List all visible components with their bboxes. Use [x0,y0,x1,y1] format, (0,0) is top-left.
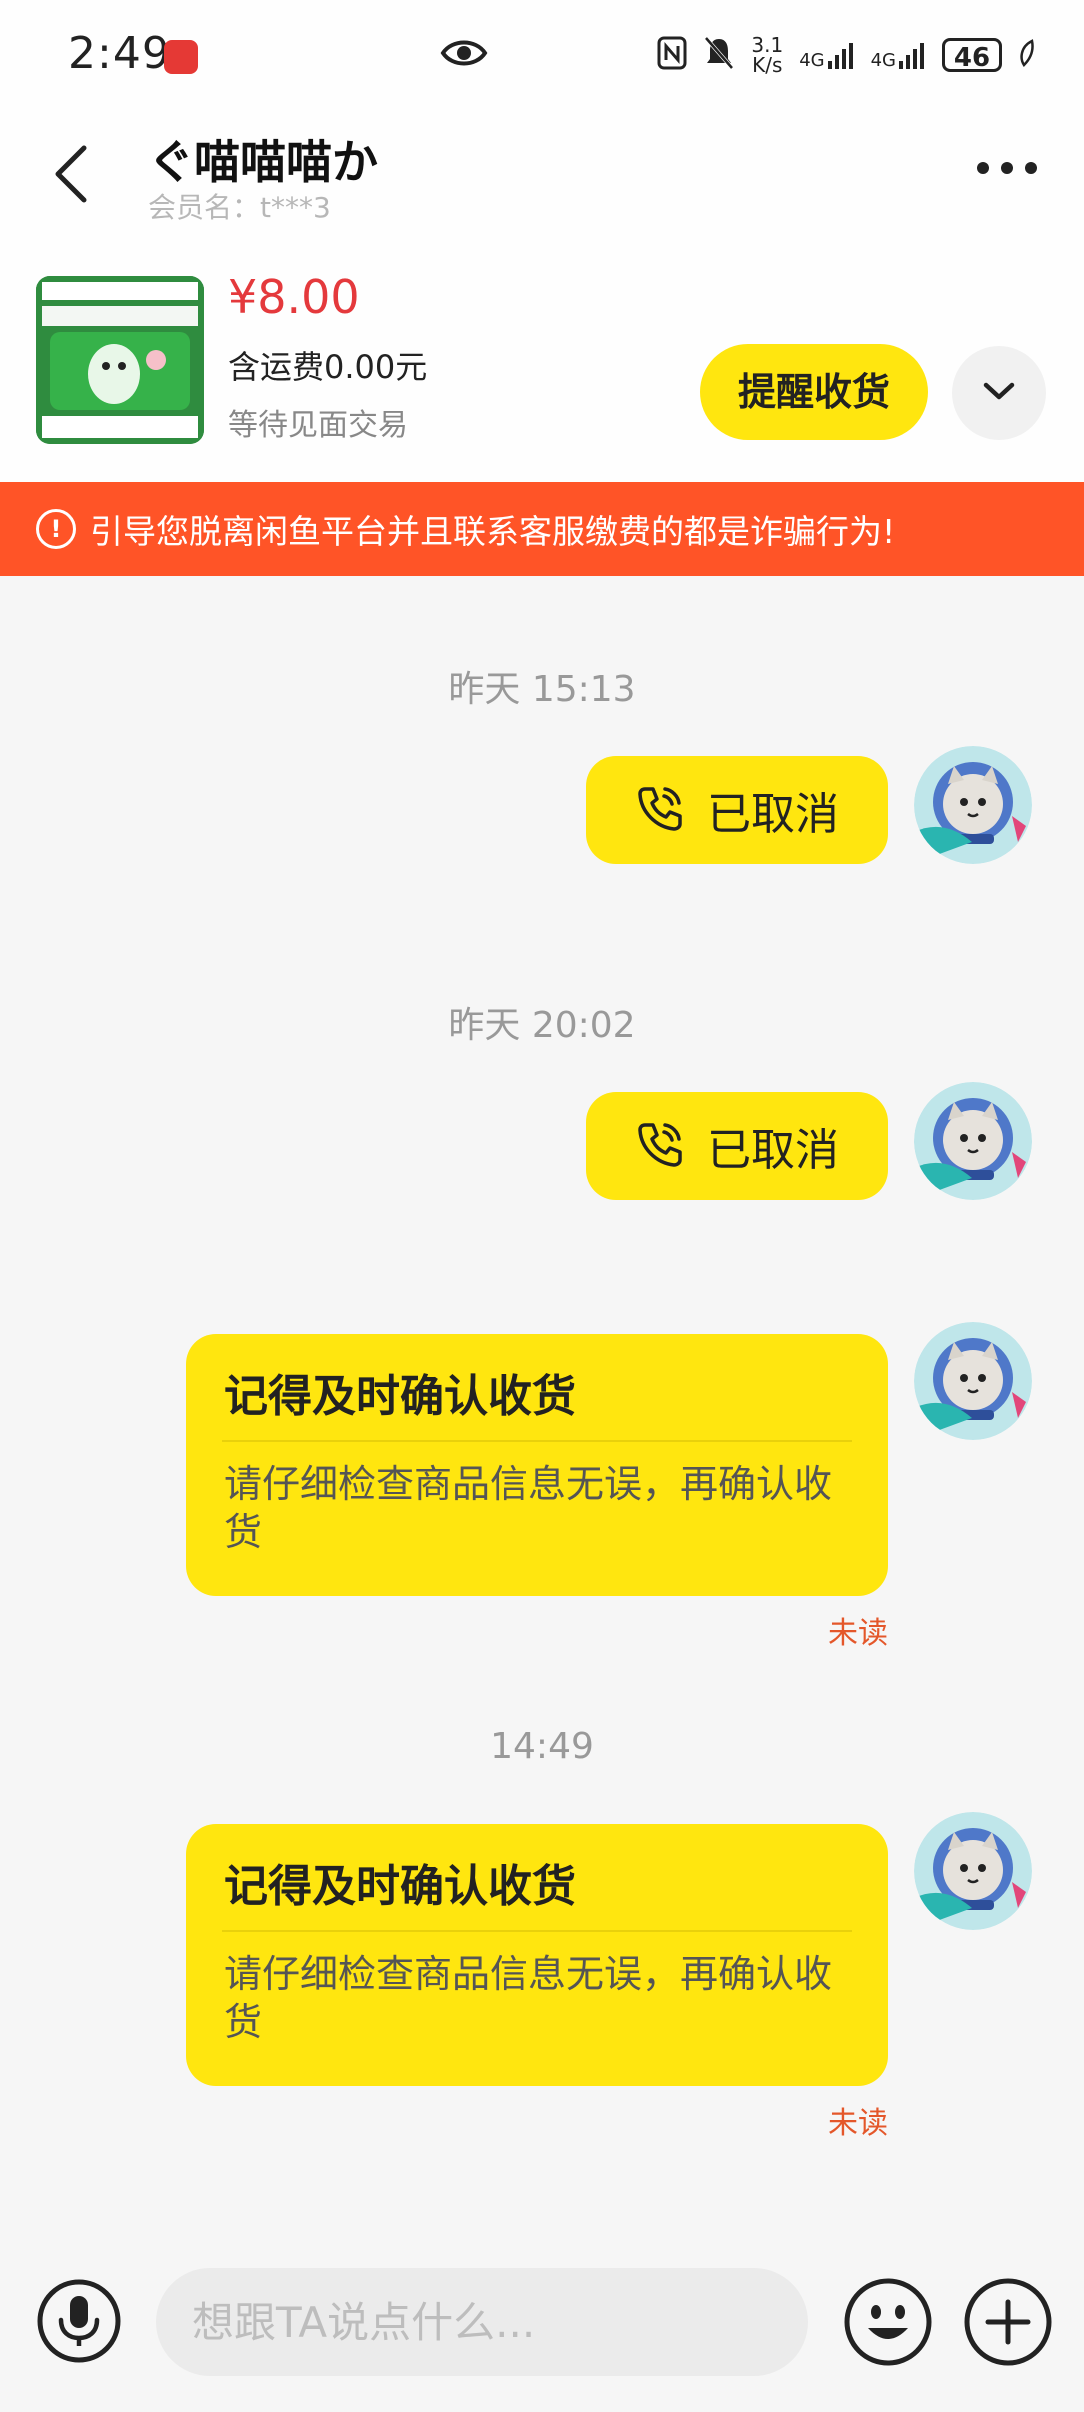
more-actions-button[interactable] [962,2276,1054,2372]
confirm-receipt-card[interactable]: 记得及时确认收货 请仔细检查商品信息无误，再确认收货 [186,1824,888,2086]
eye-icon [440,36,488,74]
fraud-warning-banner: ! 引导您脱离闲鱼平台并且联系客服缴费的都是诈骗行为! [0,482,1084,576]
card-divider [222,1440,852,1442]
unread-status: 未读 [828,2106,888,2141]
phone-call-icon [635,1119,685,1173]
emoji-button[interactable] [842,2276,934,2372]
card-divider [222,1930,852,1932]
leaf-icon [1018,38,1034,72]
net-type-b: 4G [870,50,896,71]
net-type-a: 4G [799,50,825,71]
card-title: 记得及时确认收货 [224,1861,576,1912]
card-title: 记得及时确认收货 [224,1371,576,1422]
network-speed: 3.1 K/s [751,35,783,75]
nfc-icon [657,36,687,75]
chat-title: ぐ喵喵喵か [148,135,378,189]
avatar[interactable] [914,1082,1032,1200]
more-options-button[interactable] [974,158,1040,182]
expand-button[interactable] [952,346,1046,440]
product-price: ¥8.00 [228,270,360,324]
message-timestamp: 昨天 20:02 [448,1005,636,1046]
message-timestamp: 14:49 [490,1726,594,1767]
signal-4g-b: 4G [870,41,926,71]
avatar[interactable] [914,746,1032,864]
app-notification-icon [164,40,198,74]
signal-4g-a: 4G [799,41,854,71]
remind-receipt-button[interactable]: 提醒收货 [700,344,928,440]
card-body: 请仔细检查商品信息无误，再确认收货 [224,1462,833,1554]
message-timestamp: 昨天 15:13 [448,669,636,710]
call-record-bubble[interactable]: 已取消 [586,1092,888,1200]
confirm-receipt-card[interactable]: 记得及时确认收货 请仔细检查商品信息无误，再确认收货 [186,1334,888,1596]
status-time: 2:49 [68,28,171,79]
call-status-label: 已取消 [707,1125,839,1176]
shipping-fee: 含运费0.00元 [228,348,428,386]
mute-bell-icon [703,35,735,76]
system-icons: 3.1 K/s 4G 4G 46 [657,30,1034,80]
call-record-bubble[interactable]: 已取消 [586,756,888,864]
product-thumbnail[interactable] [36,276,204,444]
card-body: 请仔细检查商品信息无误，再确认收货 [224,1952,833,2044]
phone-call-icon [635,783,685,837]
status-bar: 2:49 3.1 K/s 4G 4G 46 [0,0,1084,112]
voice-input-button[interactable] [36,2278,122,2368]
net-speed-unit: K/s [752,53,783,77]
avatar[interactable] [914,1812,1032,1930]
member-name: 会员名：t***3 [148,191,331,224]
message-input[interactable] [156,2268,808,2376]
trade-status: 等待见面交易 [228,408,408,443]
call-status-label: 已取消 [707,789,839,840]
back-button[interactable] [50,142,94,210]
chevron-down-icon [982,381,1016,405]
avatar[interactable] [914,1322,1032,1440]
warning-icon: ! [36,509,76,549]
battery-indicator: 46 [942,38,1002,73]
warning-text: 引导您脱离闲鱼平台并且联系客服缴费的都是诈骗行为! [90,512,896,551]
unread-status: 未读 [828,1616,888,1651]
